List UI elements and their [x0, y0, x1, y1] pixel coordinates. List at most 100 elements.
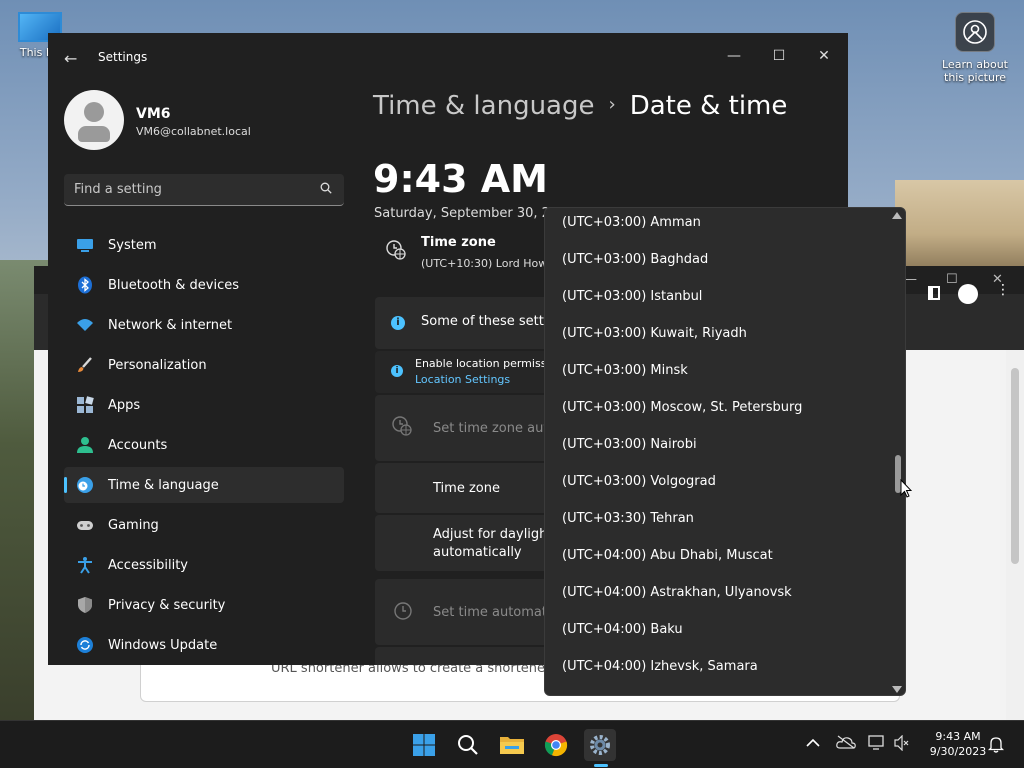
- sidebar-item-label: Accessibility: [108, 557, 188, 573]
- windows-logo-icon: [413, 734, 435, 756]
- sidebar-item-system[interactable]: System: [64, 227, 344, 263]
- onedrive-icon[interactable]: [836, 735, 856, 753]
- sidebar-icon[interactable]: [928, 286, 940, 300]
- close-button[interactable]: ✕: [804, 41, 844, 71]
- chrome-icon: [544, 734, 568, 757]
- window-title: Settings: [98, 50, 148, 64]
- avatar[interactable]: [64, 90, 124, 150]
- profile-icon[interactable]: [958, 284, 978, 304]
- list-item[interactable]: (UTC+04:00) Astrakhan, Ulyanovsk: [545, 574, 885, 611]
- accessibility-icon: [78, 557, 92, 574]
- taskbar-time: 9:43 AM: [935, 730, 981, 743]
- start-button[interactable]: [408, 729, 440, 761]
- monitor-icon: [77, 239, 93, 252]
- time-zone-list: (UTC+03:00) Amman (UTC+03:00) Baghdad (U…: [545, 208, 885, 685]
- sidebar-item-label: System: [108, 237, 157, 253]
- list-item[interactable]: (UTC+03:00) Volgograd: [545, 463, 885, 500]
- taskbar-clock[interactable]: 9:43 AM 9/30/2023: [926, 729, 990, 759]
- find-setting-box[interactable]: [64, 174, 344, 206]
- search-icon[interactable]: [320, 182, 332, 194]
- time-zone-dropdown[interactable]: (UTC+03:00) Amman (UTC+03:00) Baghdad (U…: [544, 207, 906, 696]
- shield-icon: [78, 597, 92, 613]
- scroll-up-icon[interactable]: [892, 212, 902, 219]
- person-icon: [77, 437, 93, 453]
- list-item[interactable]: (UTC+03:00) Amman: [545, 208, 885, 241]
- browser-scrollbar[interactable]: [1006, 350, 1024, 720]
- back-arrow-icon[interactable]: ←: [64, 49, 77, 68]
- avatar-body: [78, 126, 110, 142]
- settings-titlebar: ← Settings — ☐ ✕: [48, 33, 848, 81]
- sidebar-item-gaming[interactable]: Gaming: [64, 507, 344, 543]
- sidebar-item-label: Gaming: [108, 517, 159, 533]
- list-item[interactable]: (UTC+03:00) Istanbul: [545, 278, 885, 315]
- page-title: Date & time: [629, 91, 788, 121]
- volume-muted-icon[interactable]: [894, 734, 910, 755]
- minimize-button[interactable]: —: [714, 41, 754, 71]
- list-item[interactable]: (UTC+04:00) Abu Dhabi, Muscat: [545, 537, 885, 574]
- active-app-indicator: [594, 764, 608, 767]
- sidebar-item-label: Personalization: [108, 357, 207, 373]
- sidebar-item-apps[interactable]: Apps: [64, 387, 344, 423]
- folder-icon: [500, 737, 524, 754]
- location-settings-link[interactable]: Location Settings: [415, 373, 510, 386]
- settings-taskbar-button[interactable]: [584, 729, 616, 761]
- list-item[interactable]: (UTC+03:00) Baghdad: [545, 241, 885, 278]
- sidebar-item-accessibility[interactable]: Accessibility: [64, 547, 344, 583]
- sidebar-item-network[interactable]: Network & internet: [64, 307, 344, 343]
- scrollbar-thumb[interactable]: [1011, 368, 1019, 564]
- sidebar-item-time-language[interactable]: Time & language: [64, 467, 344, 503]
- search-button[interactable]: [452, 729, 484, 761]
- sidebar-item-accounts[interactable]: Accounts: [64, 427, 344, 463]
- sidebar-item-bluetooth[interactable]: Bluetooth & devices: [64, 267, 344, 303]
- user-email: VM6@collabnet.local: [136, 125, 251, 138]
- mouse-cursor-icon: [900, 479, 912, 498]
- sidebar-nav: System Bluetooth & devices Network & int…: [64, 227, 344, 665]
- bluetooth-icon: [78, 276, 92, 294]
- sidebar-item-label: Bluetooth & devices: [108, 277, 239, 293]
- chevron-up-icon[interactable]: [806, 737, 820, 752]
- sidebar-item-label: Privacy & security: [108, 597, 226, 613]
- desktop-icon-label: Learn about this picture: [942, 58, 1008, 84]
- list-item[interactable]: (UTC+03:00) Moscow, St. Petersburg: [545, 389, 885, 426]
- list-item[interactable]: (UTC+03:00) Kuwait, Riyadh: [545, 315, 885, 352]
- list-item[interactable]: (UTC+03:00) Nairobi: [545, 426, 885, 463]
- camera-icon: [955, 12, 995, 52]
- sidebar-item-label: Accounts: [108, 437, 168, 453]
- clock-icon: [394, 602, 412, 620]
- sidebar-item-privacy[interactable]: Privacy & security: [64, 587, 344, 623]
- info-icon: i: [391, 316, 405, 330]
- brush-icon: [78, 357, 92, 372]
- sidebar-item-label: Apps: [108, 397, 141, 413]
- more-icon[interactable]: ⋮: [996, 282, 1010, 298]
- list-item[interactable]: (UTC+03:00) Minsk: [545, 352, 885, 389]
- apps-icon: [77, 396, 94, 413]
- gamepad-icon: [77, 521, 93, 530]
- maximize-icon[interactable]: ☐: [946, 272, 958, 287]
- list-item[interactable]: (UTC+04:00) Baku: [545, 611, 885, 648]
- update-icon: [77, 637, 93, 653]
- clock-globe-icon: [77, 477, 93, 493]
- network-icon[interactable]: [868, 735, 886, 755]
- clock-globe-icon: [386, 240, 406, 260]
- maximize-button[interactable]: ☐: [759, 41, 799, 71]
- breadcrumb-parent[interactable]: Time & language: [373, 91, 594, 121]
- avatar-head: [84, 102, 104, 122]
- time-zone-row-label: Time zone: [433, 481, 500, 496]
- sidebar-item-personalization[interactable]: Personalization: [64, 347, 344, 383]
- info-icon: i: [391, 365, 403, 377]
- list-item[interactable]: (UTC+03:30) Tehran: [545, 500, 885, 537]
- list-item[interactable]: (UTC+04:00) Izhevsk, Samara: [545, 648, 885, 685]
- desktop-icon-learn-about-picture[interactable]: Learn about this picture: [938, 10, 1012, 90]
- dropdown-scrollbar[interactable]: [889, 208, 905, 695]
- scroll-down-icon[interactable]: [892, 686, 902, 693]
- user-name: VM6: [136, 106, 171, 122]
- notification-bell-icon[interactable]: [987, 736, 1005, 757]
- sidebar-item-windows-update[interactable]: Windows Update: [64, 627, 344, 663]
- wallpaper-town: [895, 180, 1024, 270]
- search-input[interactable]: [64, 174, 304, 204]
- taskbar: 9:43 AM 9/30/2023: [0, 720, 1024, 768]
- chrome-button[interactable]: [540, 729, 572, 761]
- breadcrumb: Time & language › Date & time: [373, 91, 787, 121]
- file-explorer-button[interactable]: [496, 729, 528, 761]
- taskbar-date: 9/30/2023: [929, 745, 987, 758]
